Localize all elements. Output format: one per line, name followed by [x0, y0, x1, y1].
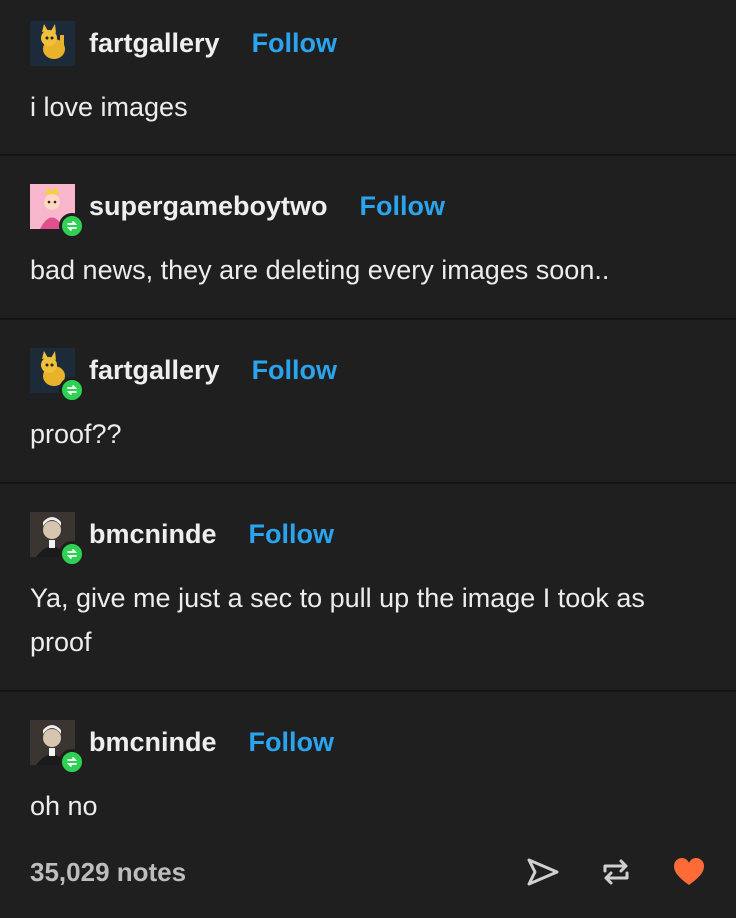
- post-header: fartgallery Follow: [30, 20, 706, 66]
- username[interactable]: bmcninde: [89, 727, 217, 758]
- post: fartgallery Follow proof??: [0, 320, 736, 484]
- username[interactable]: bmcninde: [89, 519, 217, 550]
- follow-button[interactable]: Follow: [252, 28, 337, 59]
- cat-avatar[interactable]: [30, 347, 85, 403]
- reblog-badge-icon: [59, 212, 85, 239]
- post-header: fartgallery Follow: [30, 347, 706, 403]
- post-text: proof??: [30, 419, 122, 449]
- post: fartgallery Follow i love images: [0, 0, 736, 156]
- follow-button[interactable]: Follow: [249, 727, 334, 758]
- follow-button[interactable]: Follow: [360, 191, 445, 222]
- reblog-badge-icon: [59, 540, 85, 567]
- post: supergameboytwo Follow bad news, they ar…: [0, 156, 736, 320]
- post: bmcninde Follow Ya, give me just a sec t…: [0, 484, 736, 692]
- post-header: bmcninde Follow: [30, 511, 706, 567]
- portrait-avatar[interactable]: [30, 719, 85, 775]
- notes-count[interactable]: 35,029 notes: [30, 857, 486, 888]
- post-text: oh no: [30, 791, 98, 821]
- post-text: i love images: [30, 92, 188, 122]
- follow-button[interactable]: Follow: [249, 519, 334, 550]
- post-header: bmcninde Follow: [30, 719, 706, 775]
- like-heart-icon[interactable]: [672, 857, 706, 887]
- post-actions: [486, 857, 706, 887]
- post-header: supergameboytwo Follow: [30, 183, 706, 239]
- princess-avatar[interactable]: [30, 183, 85, 239]
- username[interactable]: fartgallery: [89, 355, 220, 386]
- reblog-badge-icon: [59, 376, 85, 403]
- username[interactable]: supergameboytwo: [89, 191, 328, 222]
- post-footer: 35,029 notes: [0, 840, 736, 904]
- cat-avatar[interactable]: [30, 20, 75, 66]
- cat-icon: [30, 20, 75, 66]
- follow-button[interactable]: Follow: [252, 355, 337, 386]
- reblog-icon[interactable]: [600, 857, 632, 887]
- post-text: bad news, they are deleting every images…: [30, 255, 610, 285]
- portrait-avatar[interactable]: [30, 511, 85, 567]
- reblog-badge-icon: [59, 748, 85, 775]
- username[interactable]: fartgallery: [89, 28, 220, 59]
- share-icon[interactable]: [526, 857, 560, 887]
- post-text: Ya, give me just a sec to pull up the im…: [30, 583, 645, 657]
